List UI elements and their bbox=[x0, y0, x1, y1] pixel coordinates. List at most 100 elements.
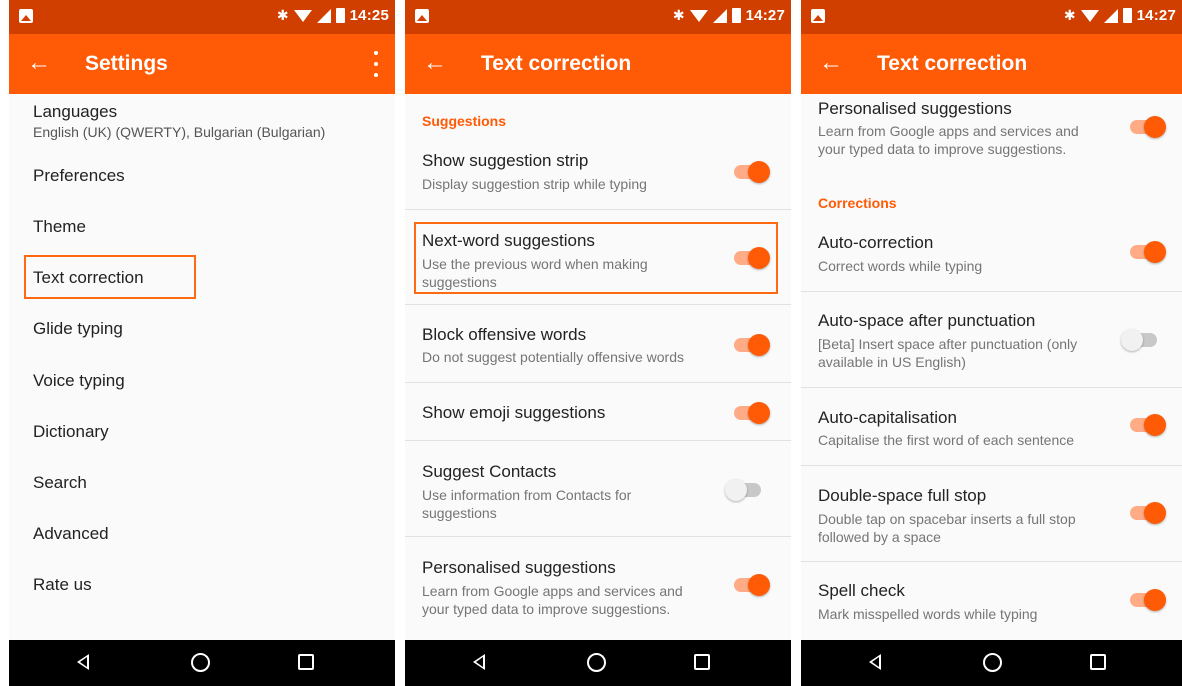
signal-icon bbox=[1103, 8, 1118, 23]
setting-summary: [Beta] Insert space after punctuation (o… bbox=[818, 336, 1078, 370]
wifi-icon bbox=[1080, 9, 1099, 22]
setting-title: Suggest Contacts bbox=[422, 462, 557, 481]
status-time: 14:27 bbox=[745, 7, 785, 24]
nav-home-icon[interactable] bbox=[983, 653, 1002, 672]
section-header-corrections: Corrections bbox=[818, 195, 897, 211]
setting-row-auto-correction[interactable]: Auto-correction Correct words while typi… bbox=[801, 220, 1182, 291]
toggle-switch[interactable] bbox=[1121, 328, 1159, 352]
page-title: Text correction bbox=[481, 52, 632, 75]
status-time: 14:27 bbox=[1136, 7, 1176, 24]
highlight-next-word-suggestions bbox=[414, 222, 778, 294]
menu-item-label: Rate us bbox=[33, 575, 92, 594]
setting-title: Personalised suggestions bbox=[818, 99, 1012, 118]
setting-row-block-offensive-words[interactable]: Block offensive words Do not suggest pot… bbox=[405, 305, 791, 382]
more-vert-icon[interactable] bbox=[373, 51, 379, 77]
nav-recents-icon[interactable] bbox=[1090, 654, 1106, 670]
arrow-left-icon[interactable]: ← bbox=[423, 48, 447, 78]
setting-title: Block offensive words bbox=[422, 325, 587, 344]
suggestions-list: Suggestions Show suggestion strip Displa… bbox=[405, 94, 791, 640]
setting-title: Double-space full stop bbox=[818, 486, 987, 505]
status-bar: ✱ 14:25 bbox=[9, 0, 395, 34]
bluetooth-icon: ✱ bbox=[672, 7, 685, 23]
toggle-switch[interactable] bbox=[1128, 501, 1166, 525]
nav-recents-icon[interactable] bbox=[694, 654, 710, 670]
navigation-bar bbox=[405, 640, 791, 686]
setting-title: Spell check bbox=[818, 581, 905, 600]
setting-summary: Learn from Google apps and services and … bbox=[422, 583, 683, 617]
setting-row-auto-space-after-punctuation[interactable]: Auto-space after punctuation [Beta] Inse… bbox=[801, 292, 1182, 387]
menu-item-label: Preferences bbox=[33, 166, 125, 185]
nav-back-icon[interactable] bbox=[473, 654, 485, 670]
setting-summary: Mark misspelled words while typing bbox=[818, 606, 1038, 622]
menu-item-rate-us[interactable]: Rate us bbox=[33, 575, 92, 595]
setting-row-personalised-suggestions[interactable]: Personalised suggestions Learn from Goog… bbox=[801, 94, 1182, 166]
toggle-switch[interactable] bbox=[1128, 240, 1166, 264]
setting-row-personalised-suggestions[interactable]: Personalised suggestions Learn from Goog… bbox=[405, 537, 791, 637]
battery-icon bbox=[731, 8, 741, 23]
page-title: Text correction bbox=[877, 52, 1028, 75]
menu-item-languages[interactable]: Languages English (UK) (QWERTY), Bulgari… bbox=[33, 102, 325, 140]
toggle-switch[interactable] bbox=[1128, 413, 1166, 437]
navigation-bar bbox=[9, 640, 395, 686]
battery-icon bbox=[335, 8, 345, 23]
text-correction-screen-corrections: ✱ 14:27 ← Text correction Personalised s… bbox=[801, 0, 1182, 686]
menu-item-label: Search bbox=[33, 473, 87, 492]
setting-summary: Capitalise the first word of each senten… bbox=[818, 432, 1075, 448]
setting-row-spell-check[interactable]: Spell check Mark misspelled words while … bbox=[801, 562, 1182, 637]
menu-item-voice-typing[interactable]: Voice typing bbox=[33, 371, 125, 391]
setting-title: Auto-space after punctuation bbox=[818, 311, 1036, 330]
toggle-switch[interactable] bbox=[732, 573, 770, 597]
menu-item-advanced[interactable]: Advanced bbox=[33, 524, 109, 544]
menu-item-theme[interactable]: Theme bbox=[33, 217, 86, 237]
menu-item-dictionary[interactable]: Dictionary bbox=[33, 422, 109, 442]
setting-row-show-suggestion-strip[interactable]: Show suggestion strip Display suggestion… bbox=[405, 140, 791, 209]
setting-row-suggest-contacts[interactable]: Suggest Contacts Use information from Co… bbox=[405, 441, 791, 536]
setting-row-show-emoji-suggestions[interactable]: Show emoji suggestions bbox=[405, 383, 791, 440]
menu-item-search[interactable]: Search bbox=[33, 473, 87, 493]
status-bar: ✱ 14:27 bbox=[801, 0, 1182, 34]
settings-list: Languages English (UK) (QWERTY), Bulgari… bbox=[9, 94, 395, 640]
navigation-bar bbox=[801, 640, 1182, 686]
setting-summary: Learn from Google apps and services and … bbox=[818, 123, 1079, 157]
corrections-list: Personalised suggestions Learn from Goog… bbox=[801, 94, 1182, 640]
nav-recents-icon[interactable] bbox=[298, 654, 314, 670]
toggle-switch[interactable] bbox=[732, 401, 770, 425]
signal-icon bbox=[316, 8, 331, 23]
status-time: 14:25 bbox=[349, 7, 389, 24]
menu-item-label: Voice typing bbox=[33, 371, 125, 390]
setting-row-auto-capitalisation[interactable]: Auto-capitalisation Capitalise the first… bbox=[801, 388, 1182, 465]
nav-home-icon[interactable] bbox=[587, 653, 606, 672]
toggle-switch[interactable] bbox=[732, 333, 770, 357]
arrow-left-icon[interactable]: ← bbox=[27, 48, 51, 78]
app-bar: ← Settings bbox=[9, 34, 395, 94]
menu-item-label: Advanced bbox=[33, 524, 109, 543]
toggle-switch[interactable] bbox=[1128, 115, 1166, 139]
battery-icon bbox=[1122, 8, 1132, 23]
setting-title: Auto-correction bbox=[818, 233, 934, 252]
setting-summary: Do not suggest potentially offensive wor… bbox=[422, 349, 685, 365]
section-header-suggestions: Suggestions bbox=[422, 113, 507, 129]
image-notification-icon bbox=[415, 9, 429, 23]
nav-back-icon[interactable] bbox=[77, 654, 89, 670]
setting-summary: Correct words while typing bbox=[818, 258, 983, 274]
toggle-switch[interactable] bbox=[732, 160, 770, 184]
menu-item-glide-typing[interactable]: Glide typing bbox=[33, 319, 123, 339]
app-bar: ← Text correction bbox=[801, 34, 1182, 94]
setting-row-double-space-full-stop[interactable]: Double-space full stop Double tap on spa… bbox=[801, 466, 1182, 561]
arrow-left-icon[interactable]: ← bbox=[819, 48, 843, 78]
page-title: Settings bbox=[85, 52, 168, 75]
text-correction-screen-suggestions: ✱ 14:27 ← Text correction Suggestions Sh… bbox=[405, 0, 791, 686]
setting-title: Show suggestion strip bbox=[422, 151, 589, 170]
status-bar: ✱ 14:27 bbox=[405, 0, 791, 34]
nav-back-icon[interactable] bbox=[869, 654, 881, 670]
wifi-icon bbox=[689, 9, 708, 22]
menu-item-label: Theme bbox=[33, 217, 86, 236]
menu-item-preferences[interactable]: Preferences bbox=[33, 166, 125, 186]
toggle-switch[interactable] bbox=[1128, 588, 1166, 612]
bluetooth-icon: ✱ bbox=[1063, 7, 1076, 23]
bluetooth-icon: ✱ bbox=[276, 7, 289, 23]
setting-title: Show emoji suggestions bbox=[422, 403, 606, 422]
toggle-switch[interactable] bbox=[725, 478, 763, 502]
image-notification-icon bbox=[19, 9, 33, 23]
nav-home-icon[interactable] bbox=[191, 653, 210, 672]
